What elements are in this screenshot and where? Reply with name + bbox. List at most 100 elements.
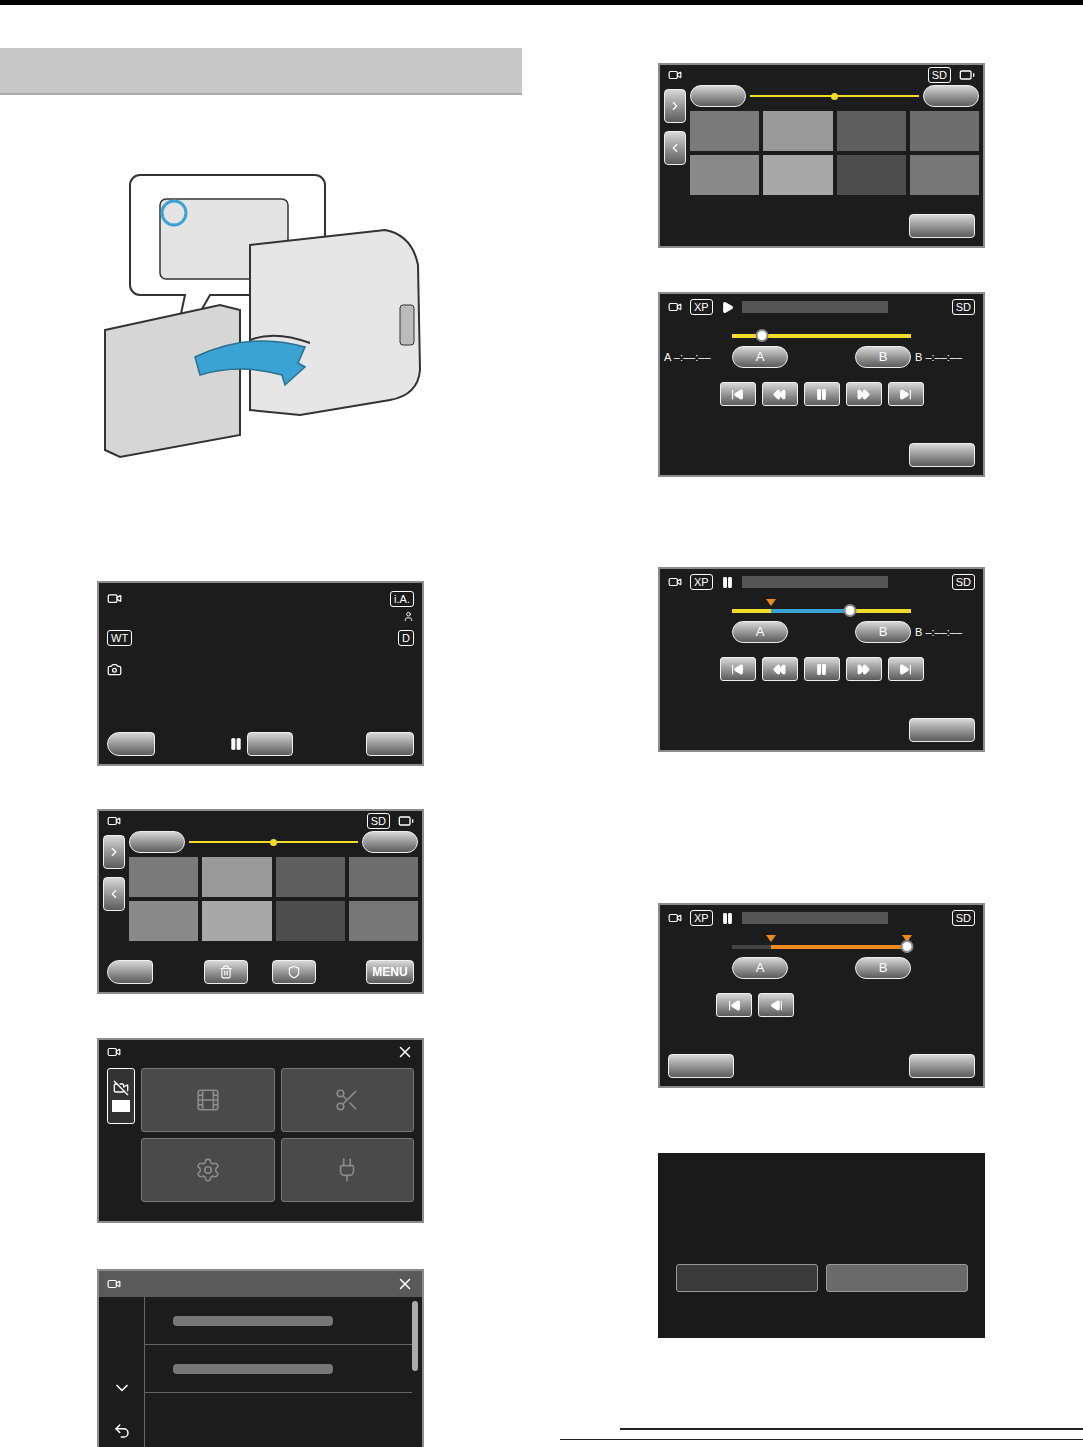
skip-forward-button[interactable] (888, 382, 924, 406)
date-slider[interactable] (189, 841, 358, 843)
close-icon[interactable] (396, 1043, 414, 1061)
list-row[interactable] (145, 1345, 412, 1393)
rewind-icon (773, 388, 786, 401)
wt-badge: WT (107, 630, 132, 646)
dialog-button[interactable] (826, 1264, 968, 1292)
fast-forward-button[interactable] (846, 657, 882, 681)
right-column: SDXPSDA –:––:––ABB –:––:––XPSDABB –:––:–… (522, 5, 1083, 1447)
thumbnail[interactable] (690, 111, 759, 151)
thumbnail[interactable] (837, 111, 906, 151)
skip-back-icon (731, 388, 744, 401)
mode-tile[interactable] (107, 1068, 135, 1124)
menu-tile[interactable] (281, 1138, 415, 1202)
b-button[interactable]: B (855, 957, 911, 979)
rewind-button[interactable] (762, 382, 798, 406)
thumbnail[interactable] (276, 901, 345, 941)
battery-icon (959, 67, 975, 83)
date-next-button[interactable] (362, 831, 418, 853)
return-icon[interactable] (113, 1422, 131, 1440)
thumbnail-grid (690, 111, 979, 195)
chevron-left-icon (668, 141, 682, 155)
ab-slider[interactable] (732, 945, 911, 949)
ok-button[interactable] (909, 214, 975, 238)
thumbnail[interactable] (763, 155, 832, 195)
skip-forward-icon (899, 388, 912, 401)
playback-screen: XPSDA –:––:––ABB –:––:–– (658, 292, 985, 477)
slider-knob[interactable] (901, 940, 914, 953)
next-page-button[interactable] (664, 89, 686, 123)
skip-forward-button[interactable] (888, 657, 924, 681)
menu-tile[interactable] (141, 1138, 275, 1202)
date-prev-button[interactable] (129, 831, 185, 853)
skip-back-button[interactable] (720, 382, 756, 406)
prev-page-button[interactable] (103, 877, 125, 911)
menu-screen (97, 1038, 424, 1223)
date-slider[interactable] (750, 95, 919, 97)
thumbnail[interactable] (349, 857, 418, 897)
list-screen (97, 1269, 424, 1447)
record-button[interactable] (247, 732, 293, 756)
fast-forward-icon (857, 663, 870, 676)
thumbnail[interactable] (837, 155, 906, 195)
thumbnail[interactable] (202, 901, 271, 941)
a-button[interactable]: A (732, 346, 788, 368)
film-icon (195, 1087, 221, 1113)
slider-knob[interactable] (756, 329, 769, 342)
ok-button[interactable] (909, 443, 975, 467)
a-marker (766, 599, 776, 606)
thumbnail[interactable] (763, 111, 832, 151)
protect-button[interactable] (272, 960, 316, 984)
next-page-button[interactable] (103, 835, 125, 869)
delete-button[interactable] (204, 960, 248, 984)
thumbnail[interactable] (910, 155, 979, 195)
close-icon[interactable] (396, 1275, 414, 1293)
video-mode-icon (107, 814, 121, 828)
frame-back-button[interactable] (758, 993, 794, 1017)
back-button[interactable] (107, 732, 155, 756)
pause-button[interactable] (804, 382, 840, 406)
thumbnail[interactable] (276, 857, 345, 897)
ab-slider[interactable] (732, 334, 911, 338)
slider-knob[interactable] (844, 604, 857, 617)
thumbnail[interactable] (129, 857, 198, 897)
prev-page-button[interactable] (664, 131, 686, 165)
video-mode-icon (107, 1045, 121, 1059)
scrollbar[interactable] (412, 1301, 418, 1371)
option-button[interactable] (366, 732, 414, 756)
skip-back-button[interactable] (720, 657, 756, 681)
back-button[interactable] (107, 960, 153, 984)
chevron-down-icon[interactable] (112, 1378, 132, 1398)
cancel-button[interactable] (668, 1054, 734, 1078)
b-button[interactable]: B (855, 621, 911, 643)
index-screen: SDMENU (97, 809, 424, 994)
ok-button[interactable] (909, 718, 975, 742)
top-rule (0, 0, 1083, 5)
menu-button[interactable]: MENU (366, 960, 414, 984)
camera-icon (107, 662, 122, 677)
ab-slider[interactable] (732, 609, 911, 613)
thumbnail[interactable] (129, 901, 198, 941)
plug-icon (334, 1157, 360, 1183)
date-next-button[interactable] (923, 85, 979, 107)
date-prev-button[interactable] (690, 85, 746, 107)
ok-button[interactable] (909, 1054, 975, 1078)
list-row[interactable] (145, 1297, 412, 1345)
thumbnail[interactable] (349, 901, 418, 941)
progress-bar (742, 301, 888, 313)
ia-badge: i.A. (390, 591, 414, 607)
thumbnail[interactable] (202, 857, 271, 897)
playback-screen: XPSDAB (658, 903, 985, 1088)
thumbnail[interactable] (690, 155, 759, 195)
a-button[interactable]: A (732, 957, 788, 979)
fast-forward-button[interactable] (846, 382, 882, 406)
b-button[interactable]: B (855, 346, 911, 368)
pause-button[interactable] (804, 657, 840, 681)
a-button[interactable]: A (732, 621, 788, 643)
menu-tile[interactable] (141, 1068, 275, 1132)
skip-back-button[interactable] (716, 993, 752, 1017)
rewind-button[interactable] (762, 657, 798, 681)
camcorder-illustration (100, 135, 422, 463)
dialog-button[interactable] (676, 1264, 818, 1292)
thumbnail[interactable] (910, 111, 979, 151)
menu-tile[interactable] (281, 1068, 415, 1132)
